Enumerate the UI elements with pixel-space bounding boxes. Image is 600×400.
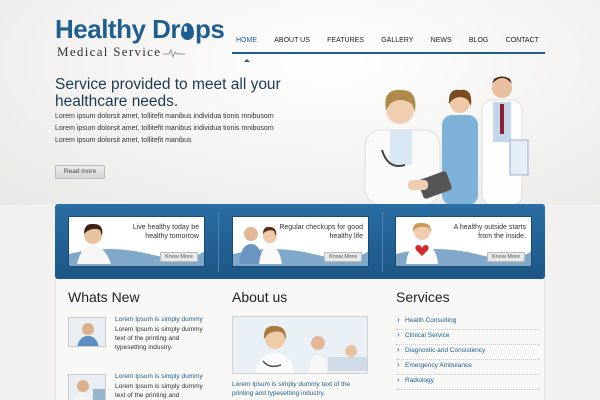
nav-news[interactable]: NEWS — [431, 36, 452, 52]
logo-tagline: Medical Service — [57, 44, 186, 60]
service-link-health-consulting[interactable]: Health Consulting — [396, 314, 540, 330]
nav-blog[interactable]: BLOG — [469, 36, 488, 52]
feature-banner: Live healthy today be healthy tomorrow K… — [55, 204, 545, 279]
news-title-link[interactable]: Lorem Ipsum is simply dummy — [115, 316, 203, 323]
banner-divider — [218, 212, 219, 272]
read-more-button[interactable]: Read more — [55, 165, 105, 179]
service-link-diagnostic[interactable]: Diagnostic and Consistency — [396, 344, 540, 360]
know-more-button-3[interactable]: Know More — [487, 252, 525, 262]
know-more-button-1[interactable]: Know More — [160, 252, 198, 262]
doctors-photo — [364, 76, 529, 205]
about-us-image — [232, 316, 368, 374]
service-link-emergency-ambulance[interactable]: Emergency Ambulance — [396, 359, 540, 375]
site-logo[interactable]: Healthy Dr ps Medical Service — [55, 14, 225, 64]
hero-title: Service provided to meet all your health… — [55, 76, 281, 110]
news-text: Lorem Ipsum is simply dummy text of the … — [115, 326, 203, 351]
woman-heart-image — [406, 222, 438, 264]
logo-wordmark: Healthy Dr ps — [55, 14, 225, 44]
about-us-title: About us — [232, 289, 288, 305]
service-link-radiology[interactable]: Radiology — [396, 374, 540, 390]
news-text: Lorem Ipsum is simply dummy text of the … — [115, 383, 203, 399]
nav-gallery[interactable]: GALLERY — [381, 36, 413, 52]
services-title: Services — [396, 289, 450, 305]
main-nav: HOME ABOUT US FEATURES GALLERY NEWS BLOG… — [232, 36, 545, 62]
feature-card-2: Regular checkups for good healthy life K… — [232, 216, 369, 267]
banner-divider — [382, 212, 383, 272]
feature-card-3: A healthy outside starts from the inside… — [395, 216, 532, 267]
feature-text-3: A healthy outside starts from the inside… — [453, 224, 526, 240]
about-us-text: Lorem Ipsum is simply dummy text of the … — [232, 381, 351, 397]
water-drop-icon — [181, 23, 195, 40]
news-item: Lorem Ipsum is simply dummy Lorem Ipsum … — [68, 373, 218, 400]
nav-contact[interactable]: CONTACT — [506, 36, 539, 52]
nav-about-us[interactable]: ABOUT US — [274, 36, 310, 52]
nav-features[interactable]: FEATURES — [327, 36, 364, 52]
heartbeat-icon — [163, 48, 186, 59]
know-more-button-2[interactable]: Know More — [324, 252, 362, 262]
doctor-checkup-image — [239, 226, 282, 264]
whats-new-title: Whats New — [68, 289, 140, 305]
news-item: Lorem Ipsum is simply dummy Lorem Ipsum … — [68, 316, 218, 351]
news-title-link[interactable]: Lorem Ipsum is simply dummy — [115, 373, 203, 380]
news-thumbnail[interactable] — [68, 317, 106, 347]
feature-card-1: Live healthy today be healthy tomorrow K… — [68, 216, 205, 267]
hero-text: Lorem ipsum dolorsit amet, tollitefit ma… — [55, 113, 274, 144]
news-thumbnail[interactable] — [68, 374, 106, 400]
feature-text-1: Live healthy today be healthy tomorrow — [132, 224, 199, 240]
service-link-clinical-service[interactable]: Clinical Service — [396, 329, 540, 345]
feature-text-2: Regular checkups for good healthy life — [279, 224, 363, 240]
nav-home[interactable]: HOME — [236, 36, 257, 62]
smiling-woman-image — [77, 223, 111, 264]
